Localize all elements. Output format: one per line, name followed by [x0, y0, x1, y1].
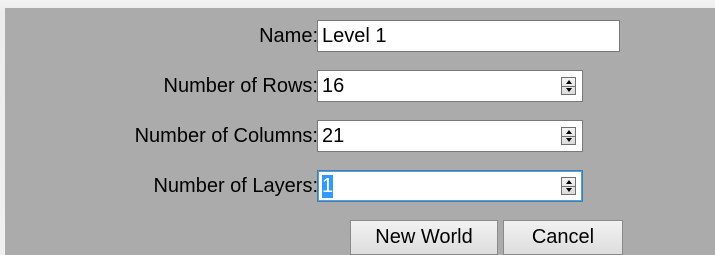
columns-spinner	[561, 127, 576, 145]
columns-decrement-button[interactable]	[562, 135, 575, 145]
name-row: Name: Level 1	[5, 16, 715, 56]
rows-label: Number of Rows:	[163, 75, 319, 97]
layers-value: 1	[322, 174, 334, 198]
chevron-down-icon	[565, 138, 572, 143]
rows-increment-button[interactable]	[562, 78, 575, 86]
layers-row: Number of Layers: 1	[5, 166, 715, 206]
rows-value: 16	[322, 74, 345, 97]
columns-row: Number of Columns: 21	[5, 116, 715, 156]
layers-decrement-button[interactable]	[562, 185, 575, 195]
new-world-button[interactable]: New World	[350, 220, 498, 255]
chevron-up-icon	[565, 129, 572, 134]
new-world-dialog: Name: Level 1 Number of Rows: 16 Number …	[5, 8, 715, 255]
window-frame: Name: Level 1 Number of Rows: 16 Number …	[0, 0, 715, 255]
name-input[interactable]: Level 1	[317, 20, 620, 52]
rows-spinner	[561, 77, 576, 95]
cancel-button[interactable]: Cancel	[503, 220, 623, 255]
rows-row: Number of Rows: 16	[5, 66, 715, 106]
columns-increment-button[interactable]	[562, 128, 575, 136]
rows-decrement-button[interactable]	[562, 85, 575, 95]
layers-label: Number of Layers:	[153, 175, 318, 197]
layers-spinner-input[interactable]: 1	[317, 170, 583, 202]
chevron-down-icon	[565, 88, 572, 93]
chevron-up-icon	[565, 179, 572, 184]
name-label: Name:	[259, 25, 318, 47]
layers-increment-button[interactable]	[562, 178, 575, 186]
name-value: Level 1	[322, 24, 387, 47]
columns-spinner-input[interactable]: 21	[317, 120, 583, 152]
layers-spinner	[561, 177, 576, 195]
columns-value: 21	[322, 124, 345, 147]
chevron-up-icon	[565, 79, 572, 84]
chevron-down-icon	[565, 188, 572, 193]
rows-spinner-input[interactable]: 16	[317, 70, 583, 102]
columns-label: Number of Columns:	[134, 125, 318, 147]
